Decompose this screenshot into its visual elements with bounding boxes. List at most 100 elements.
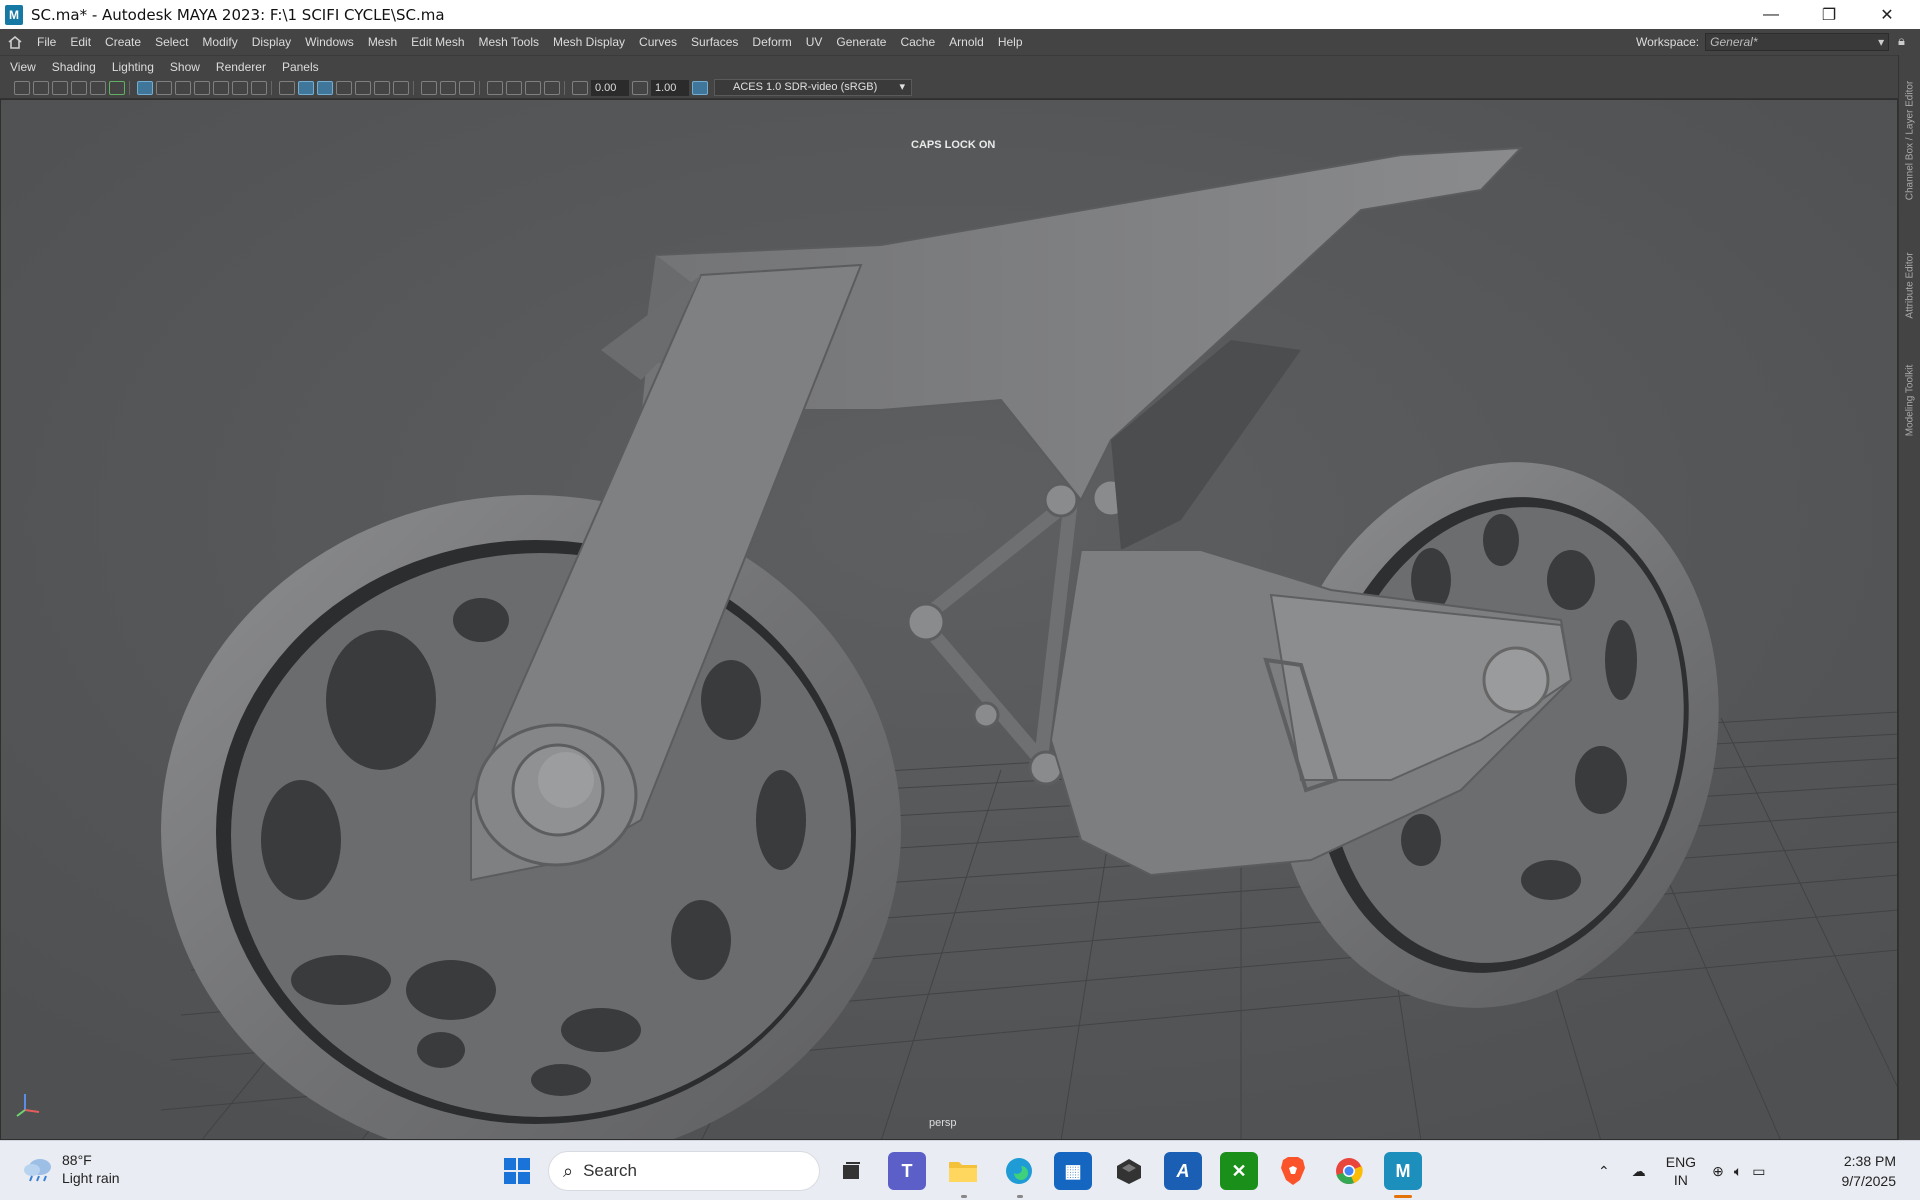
file-explorer-icon[interactable] <box>944 1152 982 1190</box>
battery-icon[interactable]: ▭ <box>1752 1163 1765 1180</box>
chevron-down-icon: ▾ <box>1878 35 1885 49</box>
wireframe-icon[interactable] <box>279 80 295 95</box>
brave-browser-icon[interactable] <box>1274 1152 1312 1190</box>
panel-menu-renderer[interactable]: Renderer <box>210 60 272 74</box>
panel-menu-lighting[interactable]: Lighting <box>106 60 160 74</box>
menu-arnold[interactable]: Arnold <box>942 35 991 49</box>
xray-joints-icon[interactable] <box>525 80 541 95</box>
caps-lock-indicator: CAPS LOCK ON <box>911 139 996 151</box>
panel-menu-bar: View Shading Lighting Show Renderer Pane… <box>0 55 1898 77</box>
restore-button[interactable]: ❐ <box>1800 0 1858 29</box>
network-globe-icon[interactable]: ⊕ <box>1712 1163 1724 1180</box>
chevron-up-icon[interactable]: ⌃ <box>1598 1163 1610 1180</box>
language-indicator[interactable]: ENG IN <box>1666 1153 1696 1189</box>
resolution-gate-icon[interactable] <box>175 80 191 95</box>
safe-action-icon[interactable] <box>232 80 248 95</box>
anti-aliasing-icon[interactable] <box>440 80 456 95</box>
select-camera-icon[interactable] <box>14 80 30 95</box>
tab-attribute-editor[interactable]: Attribute Editor <box>1899 235 1920 335</box>
screen-space-ao-icon[interactable] <box>393 80 409 95</box>
onedrive-cloud-icon[interactable]: ☁ <box>1632 1163 1646 1180</box>
weather-description: Light rain <box>62 1170 120 1186</box>
tab-channel-box-label: Channel Box / Layer Editor <box>1904 80 1916 200</box>
menu-windows[interactable]: Windows <box>298 35 361 49</box>
camera-attributes-icon[interactable] <box>33 80 49 95</box>
menu-cache[interactable]: Cache <box>893 35 942 49</box>
panel-menu-view[interactable]: View <box>4 60 42 74</box>
panel-menu-panels[interactable]: Panels <box>276 60 325 74</box>
bookmarks-icon[interactable] <box>52 80 68 95</box>
menu-mesh[interactable]: Mesh <box>361 35 404 49</box>
window-title: SC.ma* - Autodesk MAYA 2023: F:\1 SCIFI … <box>31 5 445 24</box>
menu-curves[interactable]: Curves <box>632 35 684 49</box>
depth-of-field-icon[interactable] <box>459 80 475 95</box>
system-clock[interactable]: 2:38 PM 9/7/2025 <box>1820 1151 1897 1191</box>
home-icon[interactable] <box>0 35 30 49</box>
menu-edit-mesh[interactable]: Edit Mesh <box>404 35 471 49</box>
color-space-value: ACES 1.0 SDR-video (sRGB) <box>733 81 878 93</box>
field-chart-icon[interactable] <box>213 80 229 95</box>
task-view-icon[interactable] <box>832 1152 870 1190</box>
grid-icon[interactable] <box>137 80 153 95</box>
menu-edit[interactable]: Edit <box>63 35 98 49</box>
exposure-field[interactable]: 0.00 <box>591 79 629 96</box>
menu-help[interactable]: Help <box>991 35 1030 49</box>
teams-icon[interactable]: T <box>888 1152 926 1190</box>
running-indicator <box>1017 1195 1023 1198</box>
weather-widget[interactable]: 88°F Light rain <box>22 1151 120 1187</box>
panel-menu-show[interactable]: Show <box>164 60 206 74</box>
tab-channel-box[interactable]: Channel Box / Layer Editor <box>1899 65 1920 215</box>
panel-menu-shading[interactable]: Shading <box>46 60 102 74</box>
image-plane-icon[interactable] <box>71 80 87 95</box>
xbox-icon[interactable]: ✕ <box>1220 1152 1258 1190</box>
tab-modeling-toolkit[interactable]: Modeling Toolkit <box>1899 345 1920 455</box>
use-all-lights-icon[interactable] <box>355 80 371 95</box>
menu-modify[interactable]: Modify <box>195 35 244 49</box>
lock-icon[interactable]: 🔒︎ <box>1898 33 1905 49</box>
clock-time: 2:38 PM <box>1843 1153 1896 1169</box>
menu-create[interactable]: Create <box>98 35 148 49</box>
3d-viewport[interactable]: CAPS LOCK ON persp <box>0 99 1898 1140</box>
volume-icon[interactable]: 🔈︎ <box>1734 1163 1742 1180</box>
gamma-icon[interactable] <box>632 80 648 95</box>
close-button[interactable]: ✕ <box>1858 0 1916 29</box>
2d-pan-zoom-icon[interactable] <box>90 80 106 95</box>
maya-taskbar-icon[interactable]: M <box>1384 1152 1422 1190</box>
color-space-dropdown[interactable]: ACES 1.0 SDR-video (sRGB) ▾ <box>714 79 912 96</box>
menu-mesh-tools[interactable]: Mesh Tools <box>472 35 546 49</box>
xray-components-icon[interactable] <box>544 80 560 95</box>
menu-generate[interactable]: Generate <box>829 35 893 49</box>
gate-mask-icon[interactable] <box>194 80 210 95</box>
smooth-shade-icon[interactable] <box>298 80 314 95</box>
microsoft-store-icon[interactable]: ▦ <box>1054 1152 1092 1190</box>
menu-display[interactable]: Display <box>245 35 298 49</box>
wireframe-on-shaded-icon[interactable] <box>317 80 333 95</box>
workspace-dropdown[interactable]: General* ▾ <box>1705 33 1890 51</box>
menu-deform[interactable]: Deform <box>745 35 798 49</box>
toolbar-divider <box>413 80 414 95</box>
menu-surfaces[interactable]: Surfaces <box>684 35 745 49</box>
minimize-button[interactable]: — <box>1742 0 1800 29</box>
textured-icon[interactable] <box>336 80 352 95</box>
shadows-icon[interactable] <box>374 80 390 95</box>
isolate-select-icon[interactable] <box>487 80 503 95</box>
safe-title-icon[interactable] <box>251 80 267 95</box>
menu-select[interactable]: Select <box>148 35 195 49</box>
menu-mesh-display[interactable]: Mesh Display <box>546 35 632 49</box>
gamma-field[interactable]: 1.00 <box>651 79 689 96</box>
exposure-icon[interactable] <box>572 80 588 95</box>
edge-browser-icon[interactable] <box>1000 1152 1038 1190</box>
motion-blur-icon[interactable] <box>421 80 437 95</box>
autodesk-app-icon[interactable]: A <box>1164 1152 1202 1190</box>
grease-pencil-icon[interactable] <box>109 80 125 95</box>
maya-app-icon[interactable]: M <box>5 4 23 25</box>
color-management-icon[interactable] <box>692 80 708 95</box>
menu-uv[interactable]: UV <box>799 35 830 49</box>
windows-start-icon[interactable] <box>498 1152 536 1190</box>
xray-icon[interactable] <box>506 80 522 95</box>
film-gate-icon[interactable] <box>156 80 172 95</box>
menu-file[interactable]: File <box>30 35 63 49</box>
chrome-browser-icon[interactable] <box>1330 1152 1368 1190</box>
taskbar-search-box[interactable]: ⌕ Search <box>548 1151 820 1191</box>
unity-hub-icon[interactable] <box>1110 1152 1148 1190</box>
